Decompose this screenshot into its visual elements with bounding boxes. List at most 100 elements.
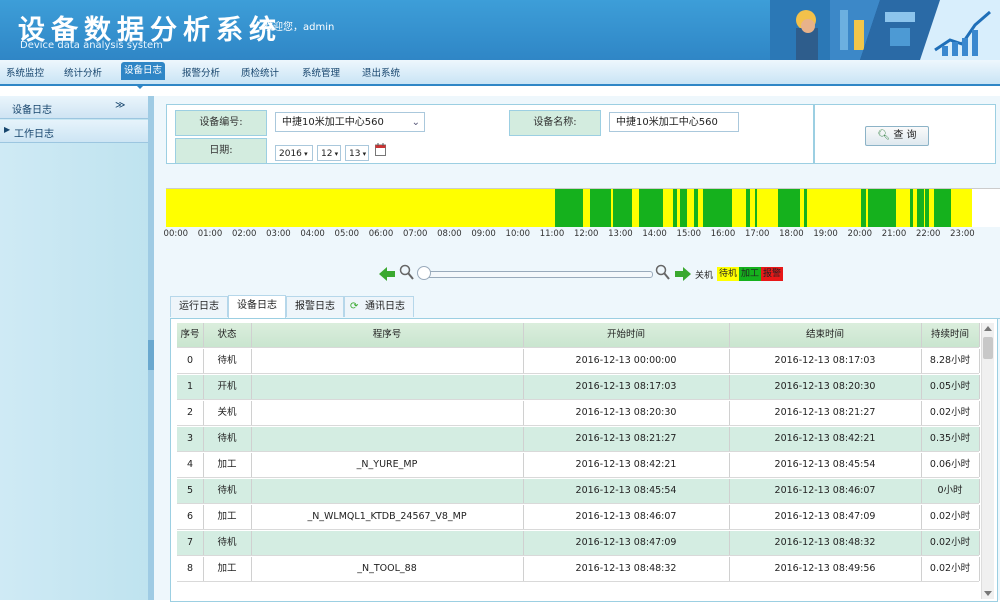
zoom-slider-track[interactable] (423, 271, 653, 278)
device-no-value: 中捷10米加工中心560 (282, 117, 384, 128)
timeline-segment-process (589, 189, 611, 227)
table-cell: 2016-12-13 08:21:27 (523, 427, 730, 451)
timeline-tick-label: 15:00 (676, 229, 702, 239)
table-cell: 2016-12-13 08:49:56 (729, 557, 922, 581)
timeline-segment-process (555, 189, 583, 227)
tab-comm-log[interactable]: ⟳ 通讯日志 (344, 296, 414, 317)
table-cell: 0.06小时 (921, 453, 980, 477)
table-cell (251, 531, 524, 555)
table-cell: 2016-12-13 08:42:21 (729, 427, 922, 451)
query-button[interactable]: 🔍︎ 查 询 (865, 126, 929, 146)
tab-run-log[interactable]: 运行日志 (170, 296, 228, 317)
nav-item-statistics[interactable]: 统计分析 (64, 65, 102, 79)
table-row[interactable]: 5 待机 2016-12-13 08:45:54 2016-12-13 08:46:0… (177, 479, 980, 504)
timeline-tick-label: 21:00 (881, 229, 907, 239)
device-name-label: 设备名称: (509, 110, 601, 136)
table-cell: 3 (177, 427, 204, 451)
scroll-up-icon[interactable] (984, 326, 992, 331)
nav-item-system-monitor[interactable]: 系统监控 (6, 65, 44, 79)
device-name-field[interactable]: 中捷10米加工中心560 (609, 112, 739, 132)
nav-item-device-log[interactable]: 设备日志 (121, 62, 166, 80)
table-cell (251, 479, 524, 503)
table-row[interactable]: 7 待机 2016-12-13 08:47:09 2016-12-13 08:48:3… (177, 531, 980, 556)
status-timeline[interactable] (166, 188, 1000, 227)
table-row[interactable]: 1 开机 2016-12-13 08:17:03 2016-12-13 08:20:3… (177, 375, 980, 400)
table-cell: 0.05小时 (921, 375, 980, 399)
year-select[interactable]: 2016 ▾ (275, 145, 313, 161)
column-header: 序号 (177, 323, 204, 347)
legend-shutdown: 关机 (695, 271, 714, 281)
column-header: 结束时间 (729, 323, 922, 347)
nav-item-logout[interactable]: 退出系统 (362, 65, 400, 79)
timeline-tick-label: 17:00 (744, 229, 770, 239)
year-value: 2016 (279, 149, 302, 159)
tab-alarm-log[interactable]: 报警日志 (286, 296, 344, 317)
zoom-in-icon[interactable] (655, 264, 671, 285)
table-cell: 关机 (203, 401, 252, 425)
query-button-label: 查 询 (893, 130, 917, 141)
table-row[interactable]: 8 加工 _N_TOOL_88 2016-12-13 08:48:32 2016-12-… (177, 557, 980, 582)
sidebar-header: 设备日志 ≫ (0, 96, 148, 119)
month-select[interactable]: 12 ▾ (317, 145, 341, 161)
table-cell: 待机 (203, 349, 252, 373)
tab-device-log[interactable]: 设备日志 (228, 295, 286, 318)
zoom-slider-thumb[interactable] (417, 266, 431, 280)
nav-item-system-admin[interactable]: 系统管理 (302, 65, 340, 79)
day-select[interactable]: 13 ▾ (345, 145, 369, 161)
table-row[interactable]: 4 加工 _N_YURE_MP 2016-12-13 08:42:21 2016-12-… (177, 453, 980, 478)
arrow-left-icon[interactable] (379, 266, 395, 285)
table-row[interactable]: 3 待机 2016-12-13 08:21:27 2016-12-13 08:42:2… (177, 427, 980, 452)
table-cell: 1 (177, 375, 204, 399)
table-cell: 2 (177, 401, 204, 425)
table-cell: 开机 (203, 375, 252, 399)
timeline-segment-process (777, 189, 801, 227)
timeline-tick-label: 12:00 (573, 229, 599, 239)
timeline-segment-process (702, 189, 733, 227)
table-cell: 2016-12-13 08:17:03 (523, 375, 730, 399)
timeline-tick-label: 07:00 (402, 229, 428, 239)
table-row[interactable]: 6 加工 _N_WLMQL1_KTDB_24567_V8_MP 2016-12-13 … (177, 505, 980, 530)
legend-alarm: 报警 (761, 267, 784, 281)
zoom-out-icon[interactable] (399, 264, 415, 285)
timeline-tick-label: 11:00 (539, 229, 565, 239)
table-cell: _N_TOOL_88 (251, 557, 524, 581)
table-cell (251, 349, 524, 373)
sidebar-title: 设备日志 (12, 105, 52, 116)
table-cell: 2016-12-13 08:48:32 (729, 531, 922, 555)
zoom-control: 关机 待机 加工 报警 (379, 264, 799, 284)
table-cell: 2016-12-13 08:45:54 (523, 479, 730, 503)
nav-item-alarm-analysis[interactable]: 报警分析 (182, 65, 220, 79)
table-scrollbar[interactable] (981, 323, 994, 599)
table-cell: 0.02小时 (921, 401, 980, 425)
timeline-tick-label: 13:00 (608, 229, 633, 239)
timeline-tick-label: 00:00 (163, 229, 189, 239)
nav-item-quality-stats[interactable]: 质检统计 (241, 65, 279, 79)
table-cell: 2016-12-13 08:48:32 (523, 557, 730, 581)
device-no-select[interactable]: 中捷10米加工中心560 ⌄ (275, 112, 425, 132)
timeline-segment-process (916, 189, 924, 227)
calendar-icon[interactable] (375, 143, 386, 159)
table-cell: 0小时 (921, 479, 980, 503)
table-row[interactable]: 2 关机 2016-12-13 08:20:30 2016-12-13 08:21:2… (177, 401, 980, 426)
scroll-down-icon[interactable] (984, 591, 992, 596)
filter-form: 设备编号: 中捷10米加工中心560 ⌄ 设备名称: 中捷10米加工中心560 … (166, 104, 814, 164)
chevron-down-icon: ⌄ (411, 117, 420, 128)
timeline-segment-process (638, 189, 663, 227)
collapse-icon[interactable]: ≫ (115, 100, 125, 111)
arrow-right-icon[interactable] (675, 266, 691, 285)
table-cell: 2016-12-13 08:42:21 (523, 453, 730, 477)
table-cell: 0.35小时 (921, 427, 980, 451)
table-cell: 2016-12-13 00:00:00 (523, 349, 730, 373)
table-cell: 待机 (203, 479, 252, 503)
timeline-tick-label: 03:00 (266, 229, 291, 239)
scrollbar-thumb[interactable] (983, 337, 993, 359)
table-row[interactable]: 0 待机 2016-12-13 00:00:00 2016-12-13 08:17:0… (177, 349, 980, 374)
table-cell: 4 (177, 453, 204, 477)
timeline-tick-label: 04:00 (300, 229, 325, 239)
column-header: 持续时间 (921, 323, 980, 347)
refresh-icon: ⟳ (350, 301, 359, 312)
timeline-tick-label: 05:00 (334, 229, 360, 239)
sidebar-item-work-log[interactable]: ▶ 工作日志 (0, 120, 148, 143)
column-header: 开始时间 (523, 323, 730, 347)
timeline-segment-process (673, 189, 677, 227)
